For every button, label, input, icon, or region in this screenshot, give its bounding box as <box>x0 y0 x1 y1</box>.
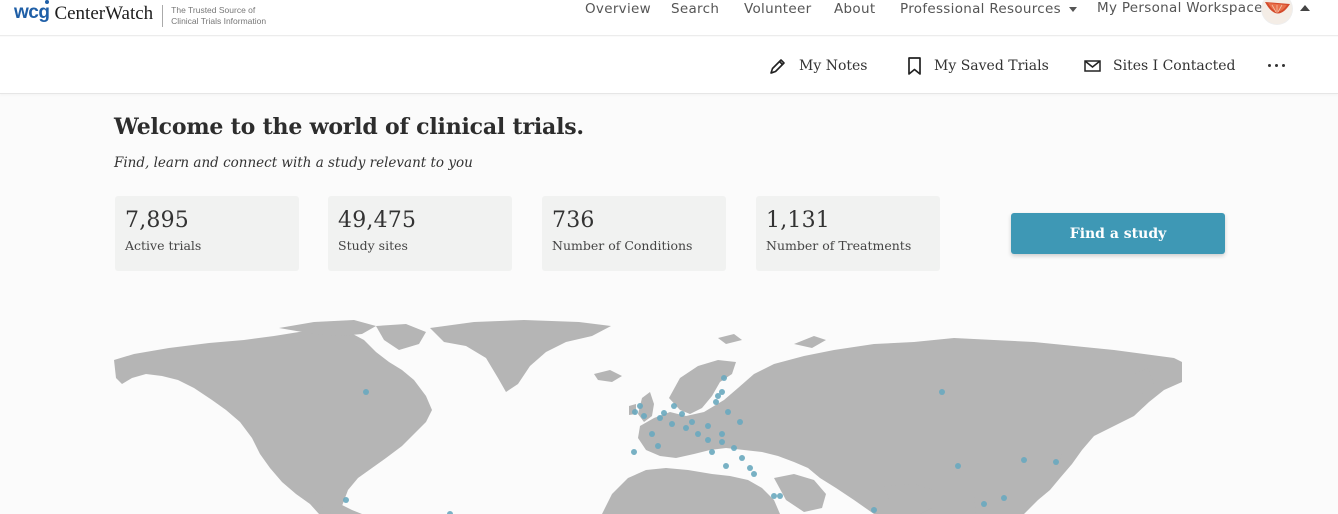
site-dot[interactable] <box>721 375 727 381</box>
site-dot[interactable] <box>771 493 777 499</box>
stat-card-conditions: 736 Number of Conditions <box>542 196 726 271</box>
site-dot[interactable] <box>705 437 711 443</box>
chevron-down-icon <box>1068 6 1077 12</box>
site-dot[interactable] <box>671 403 677 409</box>
site-dot[interactable] <box>683 425 689 431</box>
land-novaya-zemlya <box>794 336 826 348</box>
site-dot[interactable] <box>655 443 661 449</box>
my-saved-trials-label: My Saved Trials <box>934 58 1049 74</box>
site-dot[interactable] <box>1001 495 1007 501</box>
site-dot[interactable] <box>631 449 637 455</box>
stat-label: Active trials <box>125 238 202 253</box>
stat-value: 1,131 <box>766 208 830 233</box>
logo-tagline-line2: Clinical Trials Information <box>171 16 267 26</box>
site-dot[interactable] <box>955 463 961 469</box>
site-dot[interactable] <box>679 411 685 417</box>
stat-card-active-trials: 7,895 Active trials <box>115 196 299 271</box>
site-dot[interactable] <box>981 501 987 507</box>
logo-wordmark: CenterWatch <box>54 3 154 24</box>
site-dot[interactable] <box>777 493 783 499</box>
site-dot[interactable] <box>669 421 675 427</box>
centerwatch-logo[interactable]: wcg CenterWatch The Trusted Source of Cl… <box>14 0 281 30</box>
land-north-america <box>114 330 432 514</box>
workspace-toolbar: My Notes My Saved Trials Sites I Contact… <box>0 37 1338 94</box>
site-dot[interactable] <box>709 449 715 455</box>
my-notes-label: My Notes <box>799 58 868 74</box>
site-dot[interactable] <box>871 507 877 513</box>
site-dot[interactable] <box>731 445 737 451</box>
stat-label: Study sites <box>338 238 408 253</box>
site-dot[interactable] <box>661 410 667 416</box>
nav-overview[interactable]: Overview <box>585 1 651 17</box>
logo-wcg-mark: wcg <box>14 2 50 23</box>
site-dot[interactable] <box>632 409 638 415</box>
nav-search[interactable]: Search <box>671 1 719 17</box>
stat-label: Number of Treatments <box>766 238 912 253</box>
site-dot[interactable] <box>705 423 711 429</box>
stat-value: 49,475 <box>338 208 417 233</box>
site-dot[interactable] <box>751 471 757 477</box>
site-dot[interactable] <box>695 431 701 437</box>
land-greenland <box>430 320 611 392</box>
nav-my-personal-workspace[interactable]: My Personal Workspace <box>1097 0 1263 16</box>
logo-dots-icon <box>42 0 58 4</box>
map-landmass <box>114 320 1182 514</box>
site-dot[interactable] <box>719 439 725 445</box>
site-dot[interactable] <box>939 389 945 395</box>
chevron-up-icon[interactable] <box>1300 5 1310 11</box>
site-dot[interactable] <box>637 403 643 409</box>
bookmark-icon <box>908 57 921 75</box>
land-baffin <box>376 324 426 350</box>
site-dot[interactable] <box>739 455 745 461</box>
logo-tagline-line1: The Trusted Source of <box>171 5 256 15</box>
top-navigation-bar: wcg CenterWatch The Trusted Source of Cl… <box>0 0 1338 36</box>
more-icon[interactable] <box>1268 64 1285 67</box>
stat-value: 7,895 <box>125 208 189 233</box>
logo-tagline: The Trusted Source of Clinical Trials In… <box>171 5 281 27</box>
site-dot[interactable] <box>747 465 753 471</box>
page-title: Welcome to the world of clinical trials. <box>114 114 584 140</box>
site-dot[interactable] <box>719 389 725 395</box>
land-iceland <box>594 370 622 382</box>
site-dot[interactable] <box>657 415 663 421</box>
stat-value: 736 <box>552 208 595 233</box>
logo-divider <box>162 5 164 27</box>
world-map[interactable] <box>114 318 1182 514</box>
site-dot[interactable] <box>719 431 725 437</box>
site-dot[interactable] <box>1021 457 1027 463</box>
sites-contacted-label: Sites I Contacted <box>1113 58 1236 74</box>
nav-volunteer[interactable]: Volunteer <box>744 1 811 17</box>
page-subtitle: Find, learn and connect with a study rel… <box>114 155 473 171</box>
land-svalbard <box>718 334 742 344</box>
nav-professional-resources-dropdown[interactable]: Professional Resources <box>900 1 1077 17</box>
my-notes-link[interactable]: My Notes <box>768 55 867 77</box>
site-dot[interactable] <box>689 419 695 425</box>
site-dot[interactable] <box>363 389 369 395</box>
my-saved-trials-link[interactable]: My Saved Trials <box>906 55 1049 77</box>
find-a-study-button[interactable]: Find a study <box>1011 213 1225 254</box>
nav-professional-resources-label: Professional Resources <box>900 1 1061 17</box>
user-avatar[interactable] <box>1262 0 1292 24</box>
nav-about[interactable]: About <box>834 1 875 17</box>
stat-label: Number of Conditions <box>552 238 693 253</box>
site-dot[interactable] <box>713 399 719 405</box>
site-dot[interactable] <box>737 419 743 425</box>
site-dot[interactable] <box>343 497 349 503</box>
sites-contacted-link[interactable]: Sites I Contacted <box>1083 55 1235 77</box>
pencil-icon <box>770 59 785 74</box>
site-dot[interactable] <box>723 463 729 469</box>
land-arabia <box>774 474 826 512</box>
grapefruit-avatar-icon <box>1262 0 1292 24</box>
envelope-icon <box>1084 60 1101 72</box>
site-dot[interactable] <box>649 431 655 437</box>
site-dot[interactable] <box>725 409 731 415</box>
stat-card-treatments: 1,131 Number of Treatments <box>756 196 940 271</box>
site-dot[interactable] <box>641 413 647 419</box>
site-dot[interactable] <box>1053 459 1059 465</box>
stat-card-study-sites: 49,475 Study sites <box>328 196 512 271</box>
